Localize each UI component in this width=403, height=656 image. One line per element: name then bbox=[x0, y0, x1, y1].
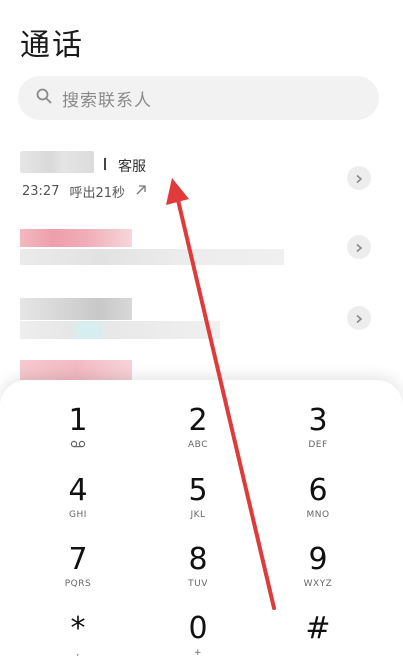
contact-name-redacted bbox=[20, 151, 94, 173]
dialpad: 1 2 ABC 3 DEF 4 GHI 5 JKL 6 MNO 7 PQRS 8… bbox=[0, 380, 403, 656]
dial-digit: 5 bbox=[188, 473, 208, 508]
dial-digit: 4 bbox=[68, 473, 88, 508]
contact-tag: 客服 bbox=[118, 159, 146, 175]
call-meta-redacted bbox=[20, 249, 284, 265]
dial-digit: * bbox=[70, 611, 86, 646]
dial-letters: WXYZ bbox=[303, 579, 333, 589]
voicemail-icon bbox=[18, 440, 138, 451]
dial-letters: DEF bbox=[308, 440, 328, 450]
dial-letters: ABC bbox=[188, 440, 208, 450]
contact-name-redacted bbox=[20, 360, 132, 380]
dial-letters: MNO bbox=[306, 510, 330, 520]
dial-digit: 3 bbox=[308, 403, 328, 438]
dial-key-1[interactable]: 1 bbox=[18, 404, 138, 466]
contact-name-redacted bbox=[20, 298, 132, 320]
dial-key-7[interactable]: 7 PQRS bbox=[18, 543, 138, 605]
dial-letters: , bbox=[76, 648, 80, 656]
dial-digit: 2 bbox=[188, 403, 208, 438]
dial-key-6[interactable]: 6 MNO bbox=[258, 474, 378, 536]
dial-digit: 7 bbox=[68, 542, 88, 577]
dial-key-hash[interactable]: # bbox=[258, 612, 378, 656]
search-placeholder: 搜索联系人 bbox=[62, 90, 152, 111]
dial-digit: 1 bbox=[68, 403, 88, 438]
dial-digit: 9 bbox=[308, 542, 328, 577]
call-detail-button[interactable] bbox=[347, 235, 371, 259]
search-icon bbox=[36, 88, 62, 108]
chevron-right-icon bbox=[354, 238, 364, 257]
dial-key-0[interactable]: 0 + bbox=[138, 612, 258, 656]
contact-name-redacted bbox=[20, 229, 132, 247]
chevron-right-icon bbox=[354, 309, 364, 328]
dial-key-9[interactable]: 9 WXYZ bbox=[258, 543, 378, 605]
dial-letters: + bbox=[193, 648, 203, 656]
call-detail: 呼出21秒 bbox=[69, 186, 126, 201]
page-title: 通话 bbox=[20, 28, 84, 63]
dial-key-4[interactable]: 4 GHI bbox=[18, 474, 138, 536]
dial-key-star[interactable]: * , bbox=[18, 612, 138, 656]
dial-digit: # bbox=[305, 611, 331, 646]
dial-letters: PQRS bbox=[64, 579, 92, 589]
outgoing-arrow-icon bbox=[135, 184, 147, 200]
call-detail-button[interactable] bbox=[347, 306, 371, 330]
dial-key-5[interactable]: 5 JKL bbox=[138, 474, 258, 536]
search-bar[interactable]: 搜索联系人 bbox=[18, 76, 379, 120]
dial-digit: 8 bbox=[188, 542, 208, 577]
chevron-right-icon bbox=[354, 169, 364, 188]
call-detail-button[interactable] bbox=[347, 166, 371, 190]
call-meta: 23:27 呼出21秒 bbox=[22, 182, 147, 201]
separator bbox=[104, 158, 106, 170]
dial-letters: TUV bbox=[188, 579, 208, 589]
call-time: 23:27 bbox=[22, 184, 60, 199]
dial-key-2[interactable]: 2 ABC bbox=[138, 404, 258, 466]
dial-digit: 0 bbox=[188, 611, 208, 646]
call-meta-redacted bbox=[20, 321, 220, 339]
dial-key-8[interactable]: 8 TUV bbox=[138, 543, 258, 605]
dial-digit: 6 bbox=[308, 473, 328, 508]
dial-letters: GHI bbox=[69, 510, 87, 520]
dial-letters: JKL bbox=[190, 510, 206, 520]
dial-key-3[interactable]: 3 DEF bbox=[258, 404, 378, 466]
